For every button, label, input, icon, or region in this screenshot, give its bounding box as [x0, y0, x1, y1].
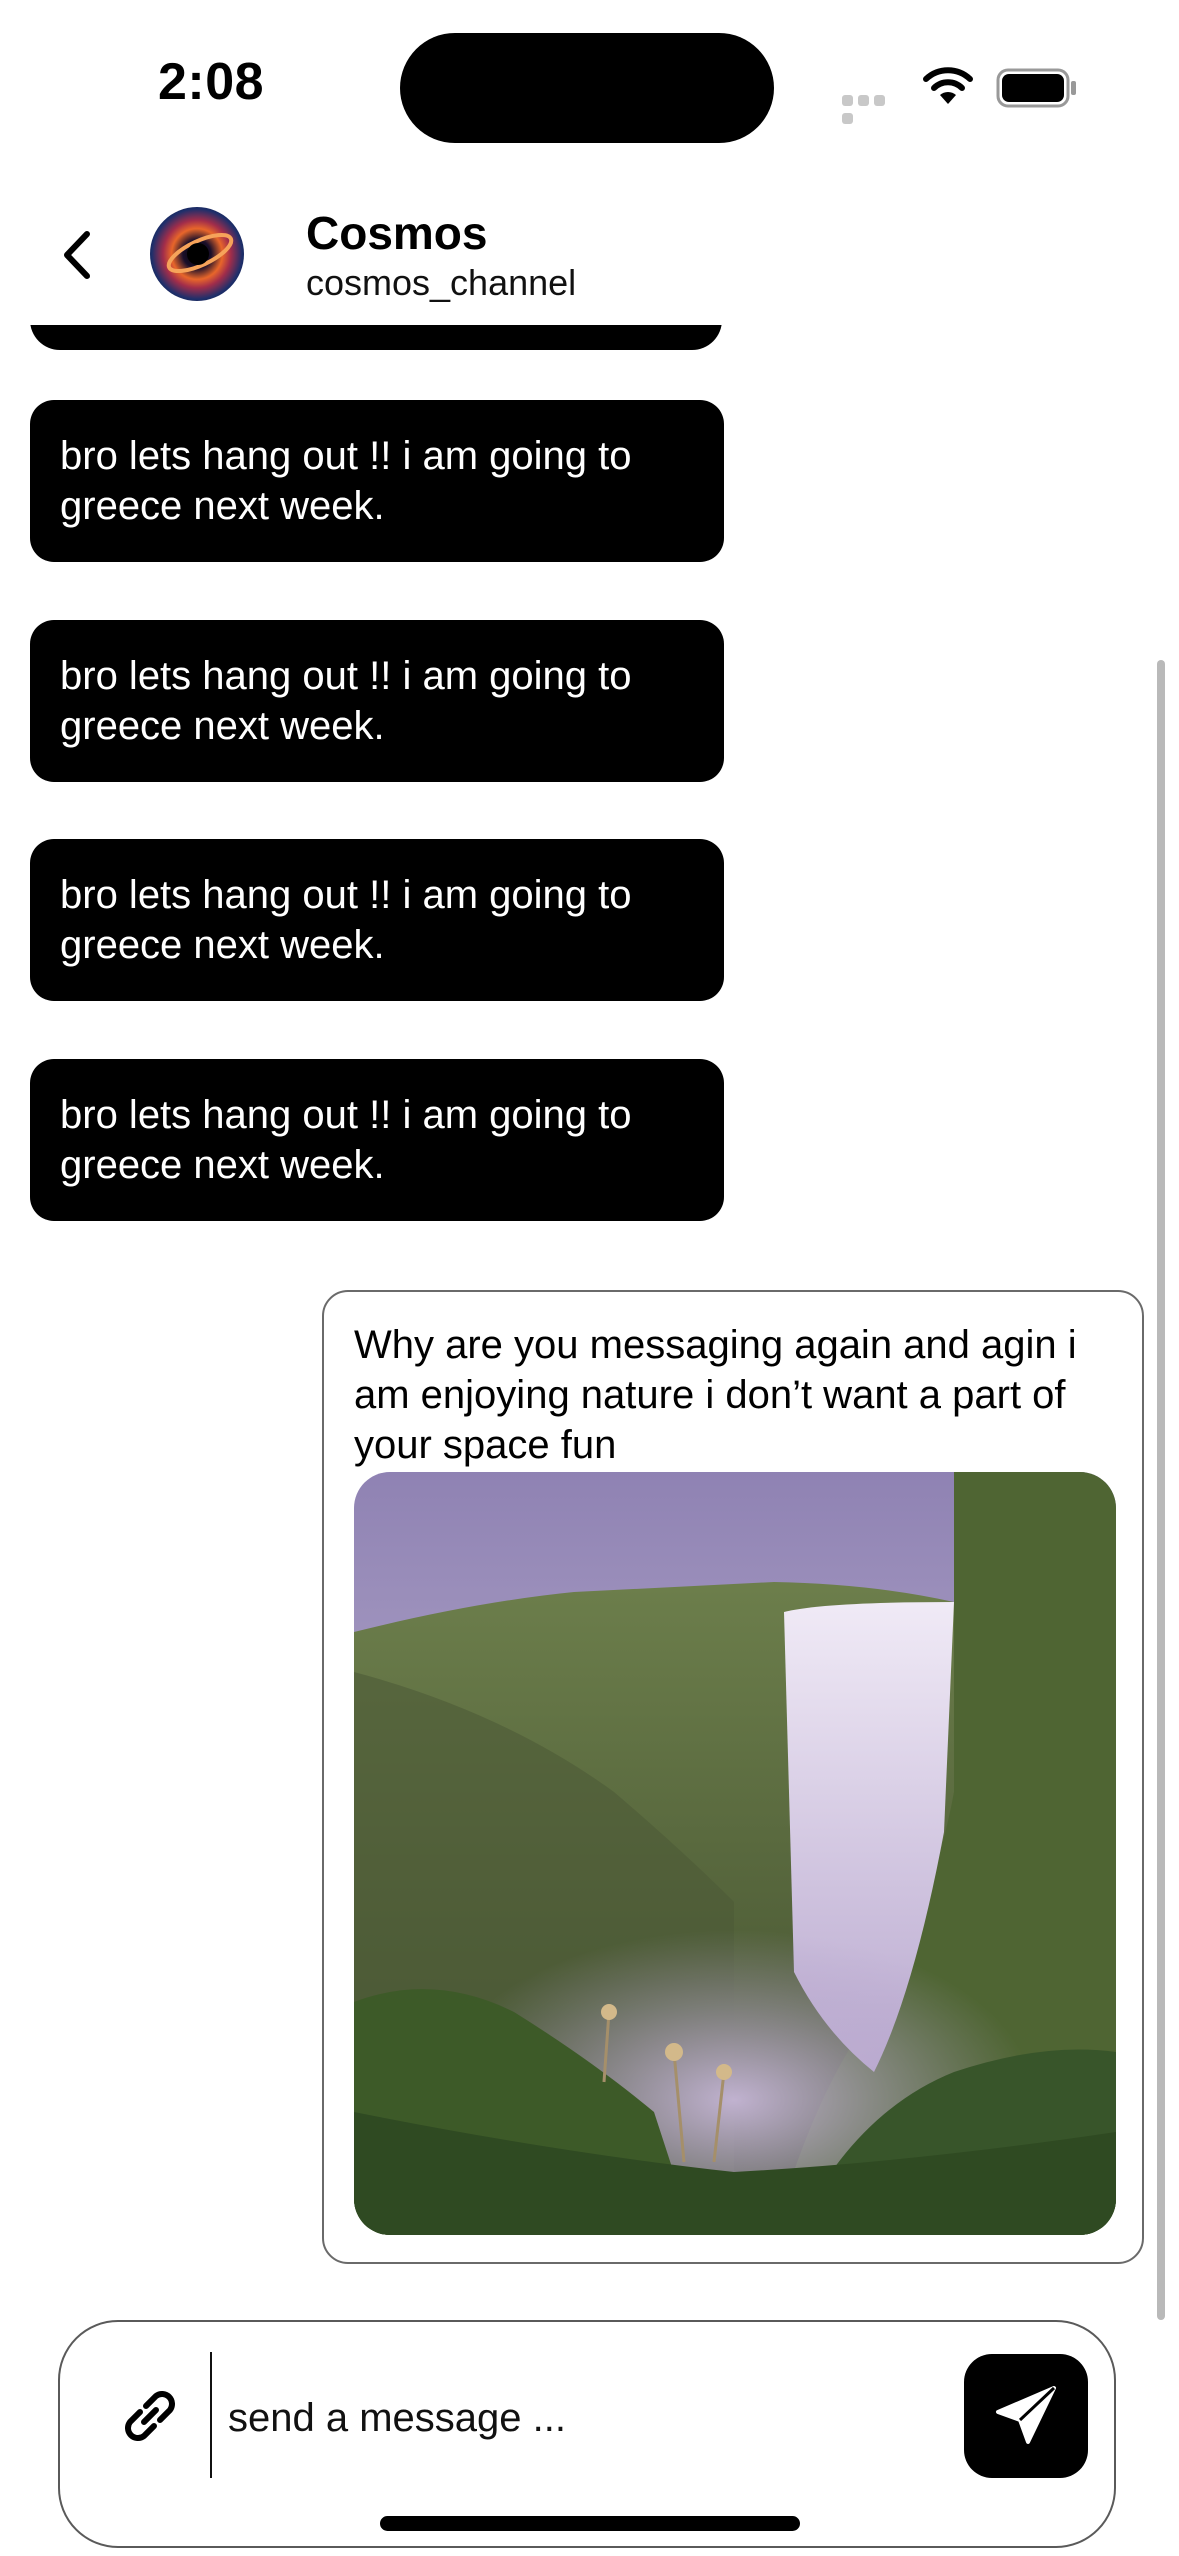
paper-plane-icon	[996, 2386, 1056, 2444]
scrollbar[interactable]	[1157, 660, 1165, 2320]
battery-icon	[996, 68, 1078, 108]
back-button[interactable]	[52, 225, 102, 285]
message-list[interactable]: bro lets hang out !! i am going to greec…	[0, 325, 1179, 2285]
incoming-message-bubble[interactable]: bro lets hang out !! i am going to greec…	[30, 839, 724, 1001]
incoming-message-bubble[interactable]: bro lets hang out !! i am going to greec…	[30, 400, 724, 562]
cellular-signal-icon	[842, 93, 904, 124]
dynamic-island	[400, 33, 774, 143]
home-indicator[interactable]	[380, 2516, 800, 2531]
message-text: Why are you messaging again and agin i a…	[354, 1323, 1077, 1467]
channel-handle: cosmos_channel	[306, 262, 577, 303]
message-text: bro lets hang out !! i am going to greec…	[60, 1093, 632, 1187]
message-text: bro lets hang out !! i am going to greec…	[60, 434, 632, 528]
incoming-message-bubble[interactable]: bro lets hang out !! i am going to greec…	[30, 1059, 724, 1221]
message-text: bro lets hang out !! i am going to greec…	[60, 654, 632, 748]
wifi-icon	[922, 66, 974, 106]
message-input[interactable]	[228, 2388, 928, 2448]
link-icon	[125, 2391, 175, 2441]
channel-name: Cosmos	[306, 207, 488, 259]
status-time: 2:08	[158, 53, 265, 111]
message-bubble-partial	[30, 325, 722, 350]
waterfall-photo[interactable]	[354, 1472, 1116, 2235]
send-button[interactable]	[964, 2354, 1088, 2478]
message-text: bro lets hang out !! i am going to greec…	[60, 873, 632, 967]
outgoing-message-bubble[interactable]: Why are you messaging again and agin i a…	[322, 1290, 1144, 2264]
channel-avatar[interactable]	[150, 207, 244, 301]
attach-button[interactable]	[114, 2380, 186, 2452]
chevron-left-icon	[64, 231, 90, 279]
composer-divider	[210, 2352, 212, 2478]
incoming-message-bubble[interactable]: bro lets hang out !! i am going to greec…	[30, 620, 724, 782]
